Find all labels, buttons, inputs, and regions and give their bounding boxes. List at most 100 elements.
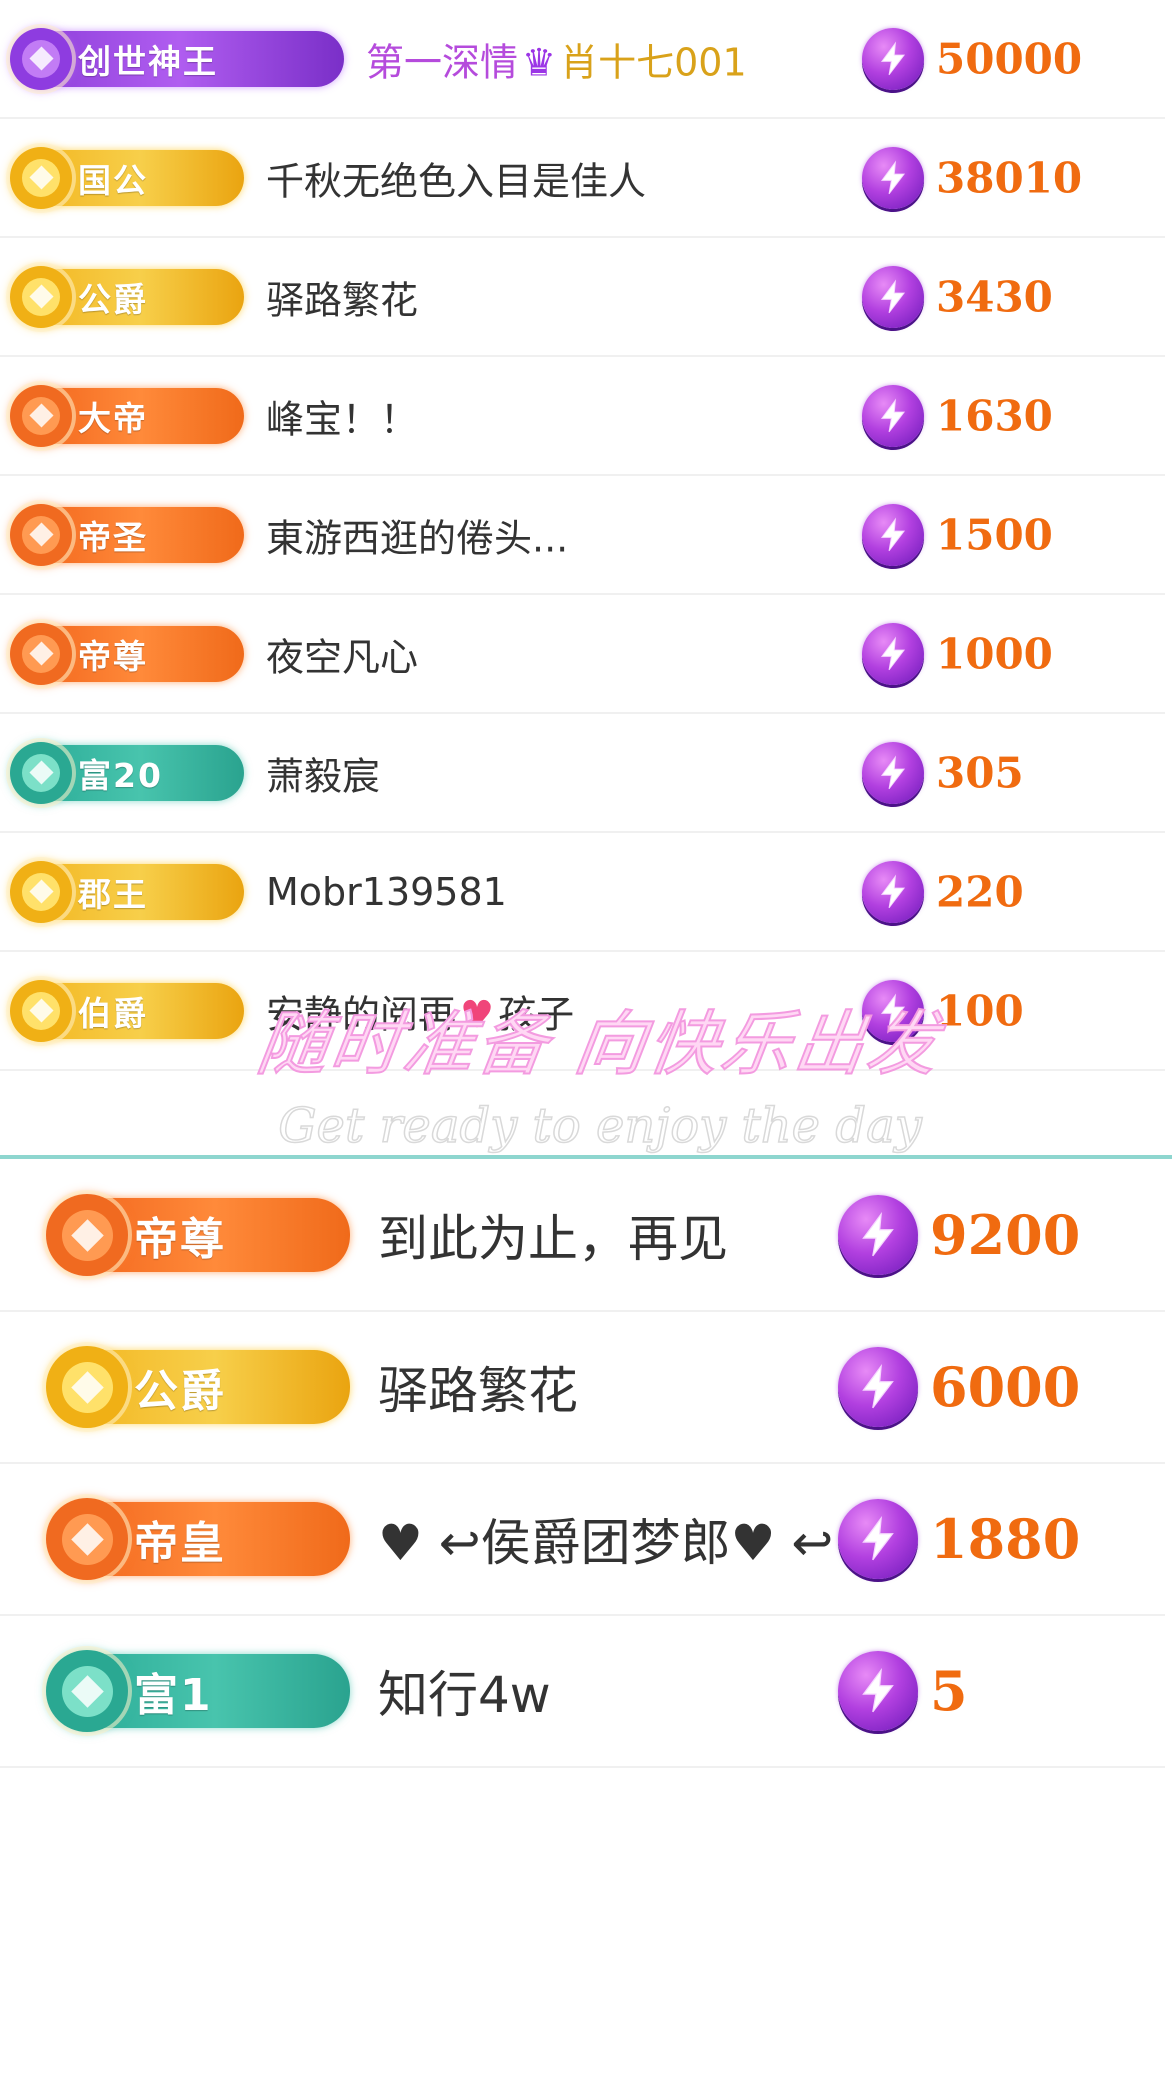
- user-name-text: 到此为止，再见: [378, 1210, 728, 1268]
- contributor-row[interactable]: 帝圣 東游西逛的倦头... 1500: [0, 476, 1165, 595]
- badge-emblem-icon: [10, 27, 72, 90]
- user-name[interactable]: 知行4w: [378, 1655, 551, 1727]
- user-name-text: 東游西逛的倦头...: [266, 516, 569, 560]
- crown-icon: ♛: [522, 40, 557, 84]
- lightning-coin-icon: [862, 860, 924, 923]
- badge-label: 帝圣: [78, 517, 148, 557]
- user-name-text: 夜空凡心: [266, 635, 419, 679]
- contribution-amount: 3430: [936, 272, 1053, 321]
- lightning-coin-icon: [838, 1347, 918, 1427]
- contribution-amount: 5: [930, 1659, 968, 1723]
- user-name-text: 知行4w: [378, 1666, 551, 1724]
- user-name-text: 萧毅宸: [266, 754, 381, 798]
- badge-label: 富20: [78, 755, 163, 795]
- user-name[interactable]: Mobr139581: [266, 870, 507, 914]
- overlay-caption-chinese: 随时准备 向快乐出发: [251, 1002, 947, 1086]
- user-name[interactable]: 東游西逛的倦头...: [266, 507, 568, 562]
- level-badge: 大帝: [10, 384, 244, 447]
- badge-emblem-icon: [46, 1498, 128, 1580]
- user-name-text: Mobr139581: [266, 869, 507, 914]
- user-name-text: 驿路繁花: [378, 1362, 578, 1420]
- contributor-list-top: 创世神王 第一深情 ♛ 肖十七001 50000 国公 千秋无绝色入目是佳人 38010 公爵 驿…: [0, 0, 1172, 1071]
- badge-label: 创世神王: [78, 41, 218, 81]
- user-name[interactable]: 萧毅宸: [266, 745, 380, 800]
- user-name[interactable]: 到此为止，再见: [378, 1199, 728, 1271]
- user-name-text: 驿路繁花: [266, 278, 419, 322]
- lightning-coin-icon: [838, 1499, 918, 1579]
- contributor-row[interactable]: 郡王 Mobr139581 220: [0, 833, 1165, 952]
- user-name-text: 峰宝！！: [266, 397, 419, 441]
- badge-label: 郡王: [78, 874, 148, 914]
- contributor-row[interactable]: 创世神王 第一深情 ♛ 肖十七001 50000: [0, 0, 1165, 119]
- contributor-row[interactable]: 公爵 驿路繁花 6000: [0, 1312, 1165, 1464]
- level-badge: 国公: [10, 146, 244, 209]
- badge-label: 帝尊: [134, 1214, 226, 1265]
- user-name-text: ♥ ↩侯爵团梦郎♥ ↩: [378, 1514, 834, 1572]
- badge-emblem-icon: [10, 503, 72, 566]
- user-name[interactable]: ♥ ↩侯爵团梦郎♥ ↩: [378, 1503, 833, 1575]
- badge-label: 大帝: [78, 398, 148, 438]
- contributor-row[interactable]: 帝尊 夜空凡心 1000: [0, 595, 1165, 714]
- contribution-amount: 1630: [936, 391, 1053, 440]
- lightning-coin-icon: [862, 27, 924, 90]
- user-name[interactable]: 驿路繁花: [378, 1351, 578, 1423]
- lightning-coin-icon: [838, 1195, 918, 1275]
- level-badge: 公爵: [46, 1346, 350, 1428]
- badge-emblem-icon: [46, 1194, 128, 1276]
- badge-emblem-icon: [10, 146, 72, 209]
- badge-emblem-icon: [10, 860, 72, 923]
- overlay-caption-english: Get ready to enjoy the day: [277, 1097, 922, 1155]
- lightning-coin-icon: [862, 146, 924, 209]
- badge-label: 国公: [78, 160, 148, 200]
- user-name-text: 千秋无绝色入目是佳人: [266, 159, 647, 203]
- lightning-coin-icon: [862, 741, 924, 804]
- contributor-row[interactable]: 富1 知行4w 5: [0, 1616, 1165, 1768]
- contributor-row[interactable]: 大帝 峰宝！！ 1630: [0, 357, 1165, 476]
- contributor-row[interactable]: 帝皇 ♥ ↩侯爵团梦郎♥ ↩ 1880: [0, 1464, 1165, 1616]
- level-badge: 富1: [46, 1650, 350, 1732]
- level-badge: 富20: [10, 741, 244, 804]
- contribution-amount: 1880: [930, 1507, 1081, 1571]
- level-badge: 帝尊: [10, 622, 244, 685]
- badge-label: 伯爵: [78, 993, 148, 1033]
- user-name[interactable]: 夜空凡心: [266, 626, 418, 681]
- badge-emblem-icon: [46, 1346, 128, 1428]
- badge-label: 公爵: [134, 1366, 226, 1417]
- badge-emblem-icon: [10, 265, 72, 328]
- contributor-list-bottom: 帝尊 到此为止，再见 9200 公爵 驿路繁花 6000 帝皇 ♥ ↩侯爵团梦郎♥ ↩ 1880…: [0, 1160, 1172, 1768]
- badge-emblem-icon: [10, 741, 72, 804]
- contribution-amount: 220: [936, 867, 1024, 916]
- contributor-row[interactable]: 帝尊 到此为止，再见 9200: [0, 1160, 1165, 1312]
- level-badge: 公爵: [10, 265, 244, 328]
- level-badge: 帝皇: [46, 1498, 350, 1580]
- badge-emblem-icon: [10, 622, 72, 685]
- badge-label: 公爵: [78, 279, 148, 319]
- badge-emblem-icon: [10, 979, 72, 1042]
- badge-label: 帝尊: [78, 636, 148, 676]
- lightning-coin-icon: [862, 503, 924, 566]
- lightning-coin-icon: [862, 622, 924, 685]
- user-name[interactable]: 峰宝！！: [266, 388, 418, 443]
- badge-label: 富1: [134, 1670, 213, 1721]
- badge-label: 帝皇: [134, 1518, 226, 1569]
- user-name[interactable]: 第一深情 ♛ 肖十七001: [366, 31, 747, 86]
- user-name-suffix: 肖十七001: [560, 40, 747, 84]
- badge-emblem-icon: [10, 384, 72, 447]
- contribution-amount: 50000: [936, 34, 1083, 83]
- lightning-coin-icon: [862, 265, 924, 328]
- contribution-amount: 38010: [936, 153, 1083, 202]
- contribution-amount: 6000: [930, 1355, 1081, 1419]
- level-badge: 创世神王: [10, 27, 344, 90]
- level-badge: 帝圣: [10, 503, 244, 566]
- lightning-coin-icon: [838, 1651, 918, 1731]
- contributor-row[interactable]: 公爵 驿路繁花 3430: [0, 238, 1165, 357]
- user-name[interactable]: 驿路繁花: [266, 269, 418, 324]
- contributor-row[interactable]: 富20 萧毅宸 305: [0, 714, 1165, 833]
- user-name[interactable]: 千秋无绝色入目是佳人: [266, 150, 646, 205]
- contribution-amount: 1000: [936, 629, 1053, 678]
- section-divider: [0, 1155, 1172, 1159]
- contribution-amount: 1500: [936, 510, 1053, 559]
- lightning-coin-icon: [862, 384, 924, 447]
- user-name-text: 第一深情: [366, 40, 519, 84]
- contributor-row[interactable]: 国公 千秋无绝色入目是佳人 38010: [0, 119, 1165, 238]
